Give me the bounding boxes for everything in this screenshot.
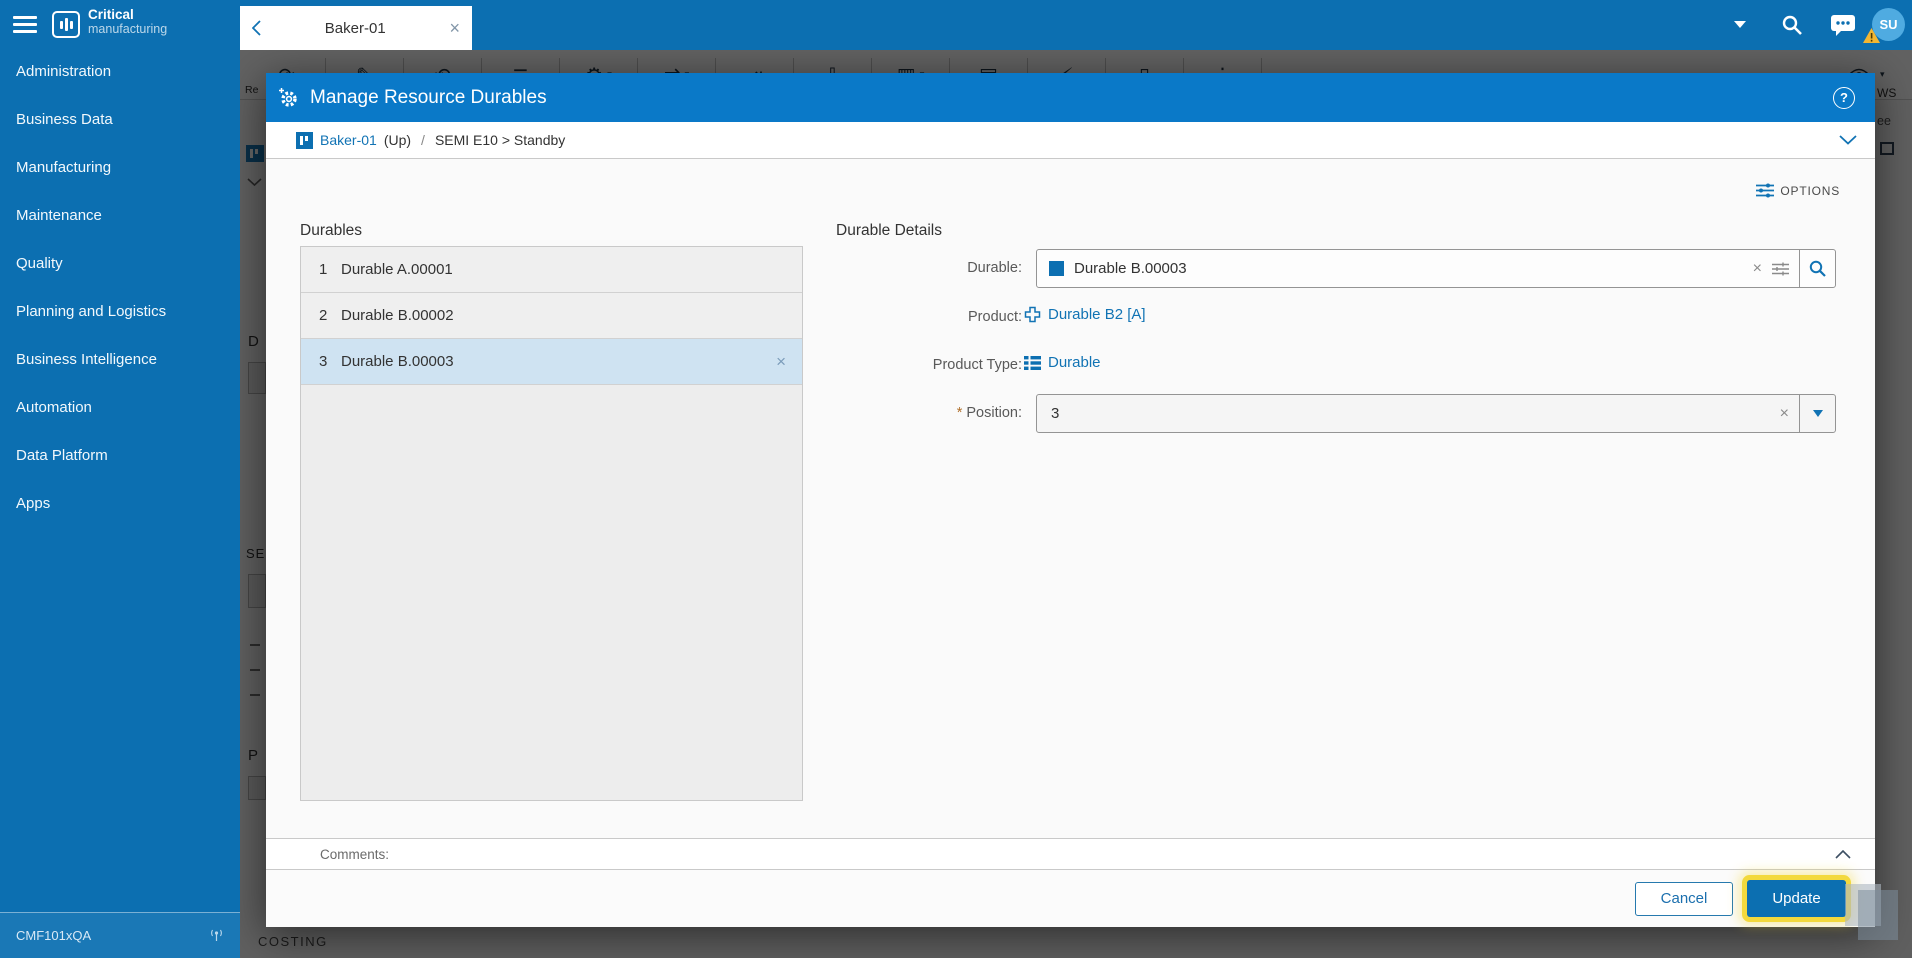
tab-title: Baker-01 bbox=[324, 19, 386, 37]
durable-name: Durable B.00002 bbox=[341, 307, 454, 324]
durable-position: 3 bbox=[319, 353, 328, 370]
environment-bar: CMF101xQA bbox=[0, 912, 240, 958]
product-type-value-row: Durable bbox=[1024, 354, 1101, 371]
tab-close-icon[interactable]: × bbox=[449, 19, 460, 37]
sidebar-item-business-data[interactable]: Business Data bbox=[0, 96, 240, 144]
tabs-dropdown-icon[interactable] bbox=[1734, 21, 1746, 28]
durable-input[interactable] bbox=[1074, 260, 1743, 277]
durable-list-item[interactable]: 2 Durable B.00002 bbox=[301, 293, 802, 339]
durable-name: Durable A.00001 bbox=[341, 261, 453, 278]
tab-baker-01[interactable]: Baker-01 × bbox=[240, 6, 472, 50]
position-dropdown-button[interactable] bbox=[1799, 395, 1835, 432]
durable-field: × bbox=[1036, 249, 1836, 288]
sidebar-item-manufacturing[interactable]: Manufacturing bbox=[0, 144, 240, 192]
sidebar: Critical manufacturing Administration Bu… bbox=[0, 0, 240, 958]
sidebar-item-planning-logistics[interactable]: Planning and Logistics bbox=[0, 288, 240, 336]
dialog-title: Manage Resource Durables bbox=[310, 86, 547, 108]
connection-status-icon bbox=[211, 929, 222, 941]
product-value-row: Durable B2 [A] bbox=[1024, 306, 1146, 323]
dropdown-caret-icon bbox=[1812, 410, 1823, 417]
sidebar-item-business-intelligence[interactable]: Business Intelligence bbox=[0, 336, 240, 384]
durable-name: Durable B.00003 bbox=[341, 353, 454, 370]
sidebar-nav: Administration Business Data Manufacturi… bbox=[0, 48, 240, 528]
durable-list-item[interactable]: 1 Durable A.00001 bbox=[301, 247, 802, 293]
durable-list-item-selected[interactable]: 3 Durable B.00003 × bbox=[301, 339, 802, 385]
durables-list: 1 Durable A.00001 2 Durable B.00002 3 Du… bbox=[300, 246, 803, 801]
tab-back-icon[interactable] bbox=[252, 20, 261, 36]
resource-e10-state: SEMI E10 > Standby bbox=[434, 132, 566, 148]
clear-durable-icon[interactable]: × bbox=[1753, 260, 1762, 278]
position-field: × bbox=[1036, 394, 1836, 433]
search-icon[interactable] bbox=[1780, 13, 1804, 37]
cursor-ghost-overlay bbox=[1858, 890, 1898, 940]
comments-collapse-chevron-icon[interactable] bbox=[1835, 849, 1851, 859]
durable-entity-icon bbox=[1049, 261, 1064, 276]
sidebar-item-maintenance[interactable]: Maintenance bbox=[0, 192, 240, 240]
comments-bar[interactable]: Comments: bbox=[266, 838, 1875, 870]
cancel-button[interactable]: Cancel bbox=[1635, 881, 1733, 916]
durable-search-button[interactable] bbox=[1799, 250, 1835, 287]
warning-badge-icon bbox=[1863, 28, 1880, 43]
product-icon bbox=[1024, 306, 1041, 323]
manage-resource-durables-dialog: Manage Resource Durables ? Baker-01 (Up)… bbox=[266, 73, 1875, 927]
sidebar-item-automation[interactable]: Automation bbox=[0, 384, 240, 432]
brand-name: Critical bbox=[88, 7, 134, 22]
critical-manufacturing-logo-icon bbox=[52, 11, 80, 38]
dialog-header: Manage Resource Durables ? bbox=[266, 73, 1875, 122]
dialog-footer: Cancel Update bbox=[266, 870, 1875, 927]
topbar: Baker-01 × SU bbox=[240, 0, 1912, 50]
brand: Critical manufacturing bbox=[88, 7, 168, 37]
help-icon[interactable]: ? bbox=[1833, 86, 1855, 109]
durable-position: 2 bbox=[319, 307, 328, 324]
breadcrumb-entity-link[interactable]: Baker-01 bbox=[320, 132, 377, 148]
search-magnifier-icon bbox=[1809, 260, 1826, 277]
options-label: OPTIONS bbox=[1780, 183, 1840, 198]
menu-toggle-icon[interactable] bbox=[13, 16, 37, 34]
resource-state: (Up) bbox=[383, 132, 412, 148]
required-asterisk: * bbox=[956, 405, 963, 421]
sidebar-item-data-platform[interactable]: Data Platform bbox=[0, 432, 240, 480]
update-button[interactable]: Update bbox=[1747, 880, 1846, 917]
sidebar-item-administration[interactable]: Administration bbox=[0, 48, 240, 96]
sidebar-item-quality[interactable]: Quality bbox=[0, 240, 240, 288]
environment-name: CMF101xQA bbox=[16, 928, 92, 943]
position-field-label: * Position: bbox=[956, 405, 1022, 421]
product-type-label: Product Type: bbox=[932, 357, 1022, 373]
comments-label: Comments: bbox=[320, 846, 390, 862]
durable-filter-icon[interactable] bbox=[1772, 262, 1789, 276]
clear-position-icon[interactable]: × bbox=[1780, 405, 1789, 423]
breadcrumb: Baker-01 (Up) / SEMI E10 > Standby bbox=[266, 122, 1875, 159]
durable-field-label: Durable: bbox=[967, 260, 1022, 276]
durable-position: 1 bbox=[319, 261, 328, 278]
avatar-initials: SU bbox=[1879, 17, 1898, 32]
manage-gear-icon bbox=[279, 87, 297, 107]
product-type-link[interactable]: Durable bbox=[1048, 354, 1101, 371]
sidebar-header: Critical manufacturing bbox=[0, 0, 240, 50]
options-button[interactable]: OPTIONS bbox=[1756, 183, 1840, 198]
sidebar-item-apps[interactable]: Apps bbox=[0, 480, 240, 528]
product-link[interactable]: Durable B2 [A] bbox=[1048, 306, 1146, 323]
brand-subname: manufacturing bbox=[88, 21, 168, 36]
details-panel-title: Durable Details bbox=[836, 222, 942, 239]
collapse-header-chevron-icon[interactable] bbox=[1839, 135, 1857, 145]
product-label: Product: bbox=[968, 309, 1022, 325]
breadcrumb-separator: / bbox=[421, 132, 425, 148]
dialog-body: OPTIONS Durables 1 Durable A.00001 2 Dur… bbox=[266, 159, 1875, 838]
options-sliders-icon bbox=[1756, 183, 1775, 198]
durables-panel-title: Durables bbox=[300, 222, 363, 239]
chat-icon[interactable] bbox=[1830, 14, 1856, 37]
resource-icon bbox=[296, 131, 313, 149]
position-input[interactable] bbox=[1037, 405, 1770, 422]
product-type-list-icon bbox=[1024, 355, 1041, 370]
